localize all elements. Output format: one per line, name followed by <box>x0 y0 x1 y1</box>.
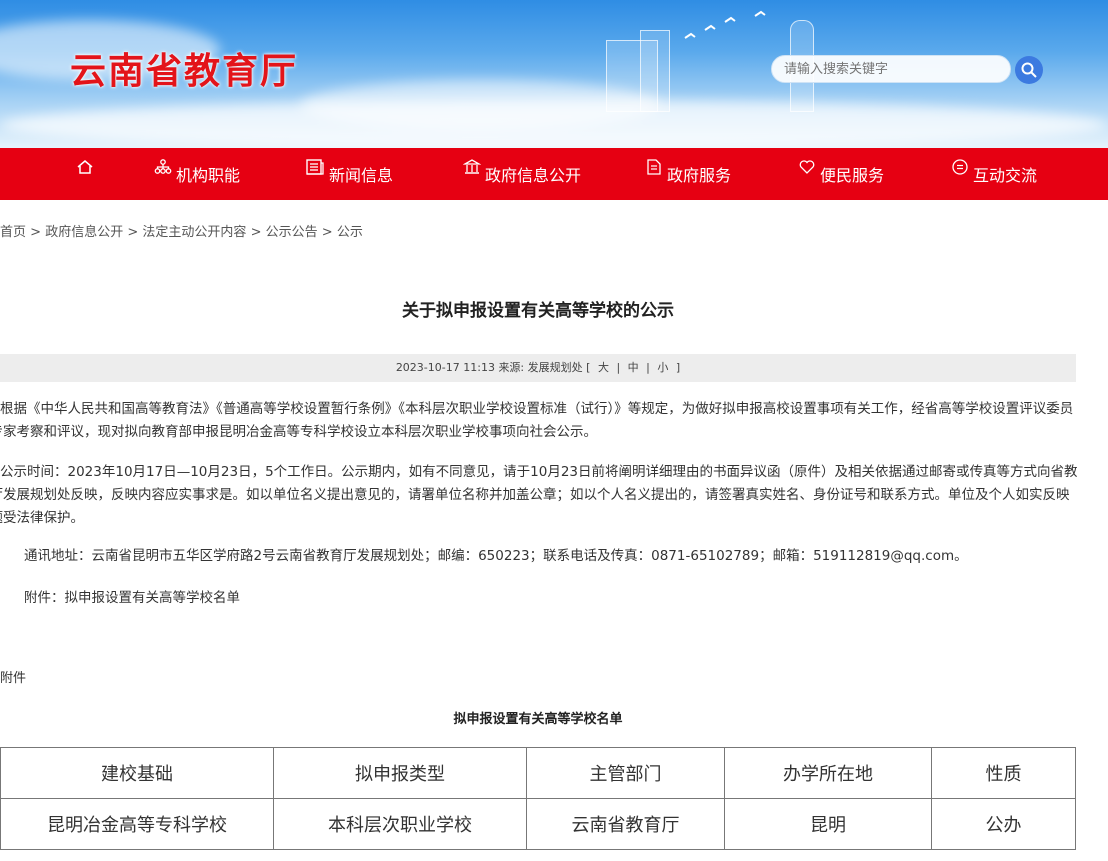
search-box <box>771 55 1041 85</box>
article-paragraph: 通讯地址：云南省昆明市五华区学府路2号云南省教育厅发展规划处；邮编：650223… <box>24 545 1104 568</box>
source-label: 来源: <box>498 361 524 374</box>
font-size-divider: | <box>646 361 650 374</box>
birds-decoration <box>680 8 780 48</box>
publish-date: 2023-10-17 11:13 <box>396 361 495 374</box>
nav-item-gov-service[interactable]: 政府服务 <box>645 148 731 200</box>
school-list-table: 建校基础 拟申报类型 主管部门 办学所在地 性质 昆明冶金高等专科学校 本科层次… <box>0 747 1076 850</box>
breadcrumb-announcements[interactable]: 公示公告 <box>266 225 318 240</box>
nav-item-label: 机构职能 <box>176 162 240 186</box>
attachment-label: 附件 <box>0 667 26 686</box>
breadcrumb-separator: > <box>322 225 333 240</box>
site-title[interactable]: 云南省教育厅 <box>70 42 298 94</box>
font-size-bracket: [ <box>586 361 590 374</box>
table-cell: 公办 <box>932 799 1076 850</box>
table-header-cell: 性质 <box>932 748 1076 799</box>
breadcrumb-separator: > <box>30 225 41 240</box>
nav-item-news[interactable]: 新闻信息 <box>305 148 393 200</box>
chat-circle-icon <box>951 158 969 176</box>
table-cell: 云南省教育厅 <box>527 799 725 850</box>
table-title: 拟申报设置有关高等学校名单 <box>0 708 1076 727</box>
table-header-cell: 建校基础 <box>1 748 274 799</box>
table-header-cell: 拟申报类型 <box>274 748 527 799</box>
breadcrumb: 首页 > 政府信息公开 > 法定主动公开内容 > 公示公告 > 公示 <box>0 221 363 240</box>
table-header-row: 建校基础 拟申报类型 主管部门 办学所在地 性质 <box>1 748 1076 799</box>
table-header-cell: 主管部门 <box>527 748 725 799</box>
government-building-icon <box>463 158 481 176</box>
nav-item-interaction[interactable]: 互动交流 <box>951 148 1037 200</box>
news-icon <box>305 158 325 176</box>
font-size-small-button[interactable]: 小 <box>653 361 672 374</box>
table-cell: 昆明冶金高等专科学校 <box>1 799 274 850</box>
nav-item-label: 互动交流 <box>973 162 1037 186</box>
table-row: 昆明冶金高等专科学校 本科层次职业学校 云南省教育厅 昆明 公办 <box>1 799 1076 850</box>
table-cell: 本科层次职业学校 <box>274 799 527 850</box>
nav-item-label: 便民服务 <box>820 162 884 186</box>
cloud-decoration <box>0 100 1108 148</box>
org-chart-icon <box>154 158 172 176</box>
site-header: 云南省教育厅 <box>0 0 1108 148</box>
nav-item-label: 政府服务 <box>667 162 731 186</box>
nav-item-label: 政府信息公开 <box>485 162 581 186</box>
service-document-icon <box>645 158 663 176</box>
heart-hand-icon <box>798 158 816 176</box>
font-size-bracket: ] <box>676 361 680 374</box>
breadcrumb-separator: > <box>127 225 138 240</box>
article-meta: 2023-10-17 11:13 来源: 发展规划处 [ 大 | 中 | 小 ] <box>0 354 1076 382</box>
article-paragraph: 根据《中华人民共和国高等教育法》《普通高等学校设置暂行条例》《本科层次职业学校设… <box>0 398 1080 444</box>
breadcrumb-home[interactable]: 首页 <box>0 225 26 240</box>
nav-item-label: 新闻信息 <box>329 162 393 186</box>
nav-item-convenience[interactable]: 便民服务 <box>798 148 884 200</box>
nav-item-home[interactable] <box>76 148 98 200</box>
search-icon <box>1021 62 1037 78</box>
breadcrumb-gov-info[interactable]: 政府信息公开 <box>45 225 123 240</box>
nav-item-gov-info[interactable]: 政府信息公开 <box>463 148 581 200</box>
main-nav: 机构职能 新闻信息 政府信息公开 政府服务 <box>0 148 1108 200</box>
article-title: 关于拟申报设置有关高等学校的公示 <box>0 296 1076 321</box>
nav-item-org-functions[interactable]: 机构职能 <box>154 148 240 200</box>
breadcrumb-statutory[interactable]: 法定主动公开内容 <box>142 225 246 240</box>
font-size-large-button[interactable]: 大 <box>594 361 613 374</box>
building-decoration <box>640 30 670 112</box>
font-size-divider: | <box>616 361 620 374</box>
attachment-link[interactable]: 附件：拟申报设置有关高等学校名单 <box>24 587 1104 610</box>
font-size-medium-button[interactable]: 中 <box>624 361 643 374</box>
source-value: 发展规划处 <box>528 361 583 374</box>
home-icon <box>76 158 94 176</box>
search-input[interactable] <box>771 55 1011 83</box>
table-cell: 昆明 <box>725 799 932 850</box>
breadcrumb-separator: > <box>251 225 262 240</box>
breadcrumb-notice[interactable]: 公示 <box>337 225 363 240</box>
table-header-cell: 办学所在地 <box>725 748 932 799</box>
article-paragraph: 公示时间：2023年10月17日—10月23日，5个工作日。公示期内，如有不同意… <box>0 461 1080 530</box>
search-button[interactable] <box>1015 56 1043 84</box>
